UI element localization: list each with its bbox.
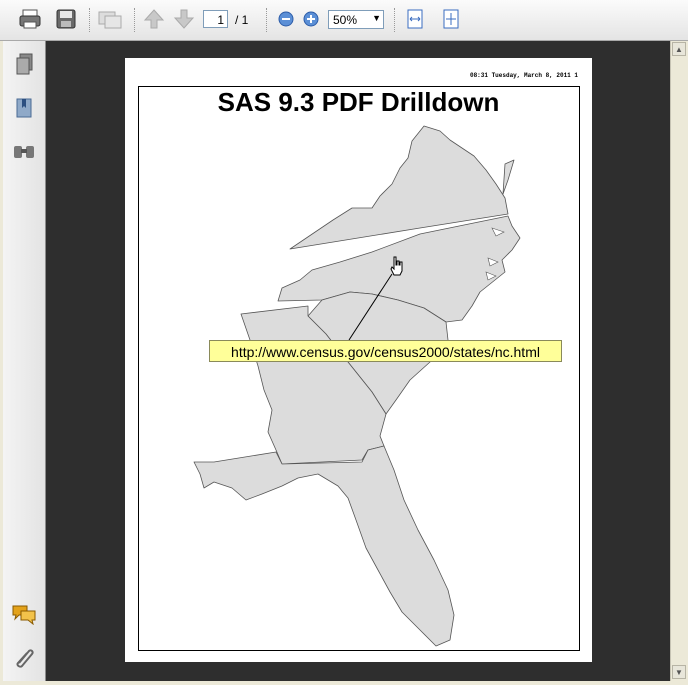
link-tooltip: http://www.census.gov/census2000/states/…	[209, 340, 562, 362]
state-florida[interactable]	[193, 445, 455, 647]
state-virginia-eastern-shore[interactable]	[502, 159, 515, 195]
hand-cursor-icon	[390, 256, 403, 276]
